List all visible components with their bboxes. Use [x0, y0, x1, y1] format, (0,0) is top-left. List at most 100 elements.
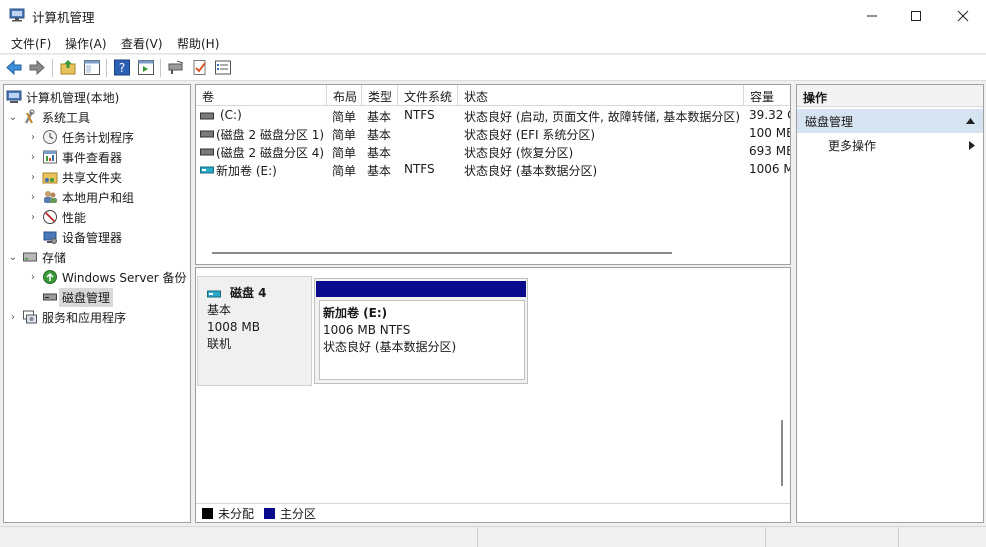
menu-view[interactable]: 查看(V) — [121, 35, 163, 52]
tree-item-label: 磁盘管理 — [59, 287, 114, 307]
navigation-tree: 计算机管理(本地) ⌄ 系统工具 › 任务计划程序 › 事件查看器 › 共享文件… — [3, 84, 191, 523]
vertical-scrollbar[interactable] — [781, 420, 783, 486]
status-segment — [765, 527, 898, 547]
up-folder-icon[interactable] — [59, 59, 77, 76]
maximize-button[interactable] — [893, 0, 939, 31]
cell-type: 基本 — [367, 146, 392, 160]
tree-item-performance[interactable]: › 性能 — [26, 207, 86, 227]
disk-graphical-view: 磁盘 4 基本 1008 MB 联机 新加卷 (E:) 1006 MB NTFS… — [195, 267, 791, 523]
properties-icon[interactable] — [214, 59, 232, 76]
volume-list: 卷 布局 类型 文件系统 状态 容量 (C:) 简单 基本 NTFS 状态良好 … — [195, 84, 791, 265]
menu-help[interactable]: 帮助(H) — [177, 35, 219, 52]
title-bar: 计算机管理 — [0, 0, 986, 31]
back-arrow-icon[interactable] — [5, 59, 23, 76]
tree-item-root[interactable]: 计算机管理(本地) — [6, 87, 119, 107]
tree-item-label: 存储 — [42, 250, 67, 265]
cell-volume: (C:) — [220, 108, 242, 122]
minimize-icon — [867, 15, 877, 16]
actions-section-disk-management[interactable]: 磁盘管理 — [797, 109, 983, 133]
tree-item-local-users[interactable]: › 本地用户和组 — [26, 187, 134, 207]
chevron-right-icon[interactable]: › — [26, 152, 40, 163]
disk-icon — [43, 293, 57, 301]
menu-bar: 文件(F) 操作(A) 查看(V) 帮助(H) — [0, 31, 986, 54]
actions-section-label: 磁盘管理 — [805, 115, 854, 129]
partition-legend: 未分配 主分区 — [196, 503, 790, 522]
column-header-status[interactable]: 状态 — [458, 85, 744, 106]
show-action-pane-icon[interactable] — [137, 59, 155, 76]
cell-type: 基本 — [367, 128, 392, 142]
disk-state: 联机 — [207, 337, 232, 351]
collapse-up-icon[interactable] — [966, 118, 975, 124]
tree-item-windows-server-backup[interactable]: › Windows Server 备份 — [26, 267, 187, 287]
cell-status: 状态良好 (EFI 系统分区) — [464, 128, 596, 142]
status-bar — [0, 526, 986, 547]
svg-text:?: ? — [119, 61, 125, 75]
column-header-filesystem[interactable]: 文件系统 — [398, 85, 458, 106]
partition-status: 状态良好 (基本数据分区) — [323, 340, 457, 354]
tree-item-services-applications[interactable]: › 服务和应用程序 — [6, 307, 126, 327]
chevron-right-icon[interactable]: › — [26, 192, 40, 203]
toolbar-separator — [52, 59, 53, 77]
event-viewer-icon — [43, 150, 57, 164]
chevron-down-icon[interactable]: ⌄ — [6, 252, 20, 263]
chevron-right-icon[interactable]: › — [6, 312, 20, 323]
cell-type: 基本 — [367, 110, 392, 124]
minimize-button[interactable] — [849, 0, 895, 31]
legend-label: 未分配 — [218, 507, 255, 521]
horizontal-scrollbar[interactable] — [212, 252, 672, 254]
chevron-right-icon[interactable]: › — [26, 172, 40, 183]
cell-volume: 新加卷 (E:) — [216, 164, 277, 178]
tree-item-label: 系统工具 — [42, 110, 91, 125]
menu-action[interactable]: 操作(A) — [65, 35, 107, 52]
computer-management-icon — [6, 90, 22, 103]
tree-item-label: 共享文件夹 — [62, 170, 123, 185]
cell-capacity: 693 MB — [749, 144, 791, 158]
column-header-type[interactable]: 类型 — [362, 85, 398, 106]
cell-filesystem: NTFS — [404, 162, 435, 176]
tree-item-label: 性能 — [62, 210, 87, 225]
forward-arrow-icon[interactable] — [28, 59, 46, 76]
menu-file[interactable]: 文件(F) — [11, 35, 51, 52]
column-header-layout[interactable]: 布局 — [327, 85, 362, 106]
cell-capacity: 1006 M — [749, 162, 791, 176]
storage-icon — [23, 252, 37, 262]
disk-name: 磁盘 4 — [230, 286, 267, 300]
chevron-right-icon[interactable]: › — [26, 132, 40, 143]
tree-item-task-scheduler[interactable]: › 任务计划程序 — [26, 127, 134, 147]
disk-info-card[interactable]: 磁盘 4 基本 1008 MB 联机 — [197, 276, 312, 386]
tree-item-label: Windows Server 备份 — [62, 270, 187, 285]
tree-item-disk-management[interactable]: 磁盘管理 — [40, 287, 114, 307]
chevron-right-icon[interactable]: › — [26, 212, 40, 223]
cell-capacity: 100 MB — [749, 126, 791, 140]
chevron-right-icon[interactable]: › — [26, 272, 40, 283]
help-icon[interactable]: ? — [113, 59, 131, 76]
partition-block[interactable]: 新加卷 (E:) 1006 MB NTFS 状态良好 (基本数据分区) — [314, 278, 528, 384]
tree-item-system-tools[interactable]: ⌄ 系统工具 — [6, 107, 90, 127]
toolbar: ? — [0, 55, 986, 81]
cell-status: 状态良好 (启动, 页面文件, 故障转储, 基本数据分区) — [464, 110, 741, 124]
tree-item-label: 事件查看器 — [62, 150, 123, 165]
drive-icon — [200, 130, 214, 138]
tree-item-event-viewer[interactable]: › 事件查看器 — [26, 147, 122, 167]
tree-item-label: 服务和应用程序 — [42, 310, 127, 325]
performance-icon — [43, 210, 57, 224]
legend-label: 主分区 — [280, 507, 317, 521]
action-more-actions[interactable]: 更多操作 — [797, 135, 983, 155]
close-button[interactable] — [940, 0, 986, 31]
actions-header: 操作 — [797, 85, 983, 107]
legend-swatch-unallocated — [202, 508, 213, 519]
tree-item-storage[interactable]: ⌄ 存储 — [6, 247, 66, 267]
tree-item-shared-folders[interactable]: › 共享文件夹 — [26, 167, 122, 187]
checklist-icon[interactable] — [191, 59, 209, 76]
cell-status: 状态良好 (恢复分区) — [464, 146, 574, 160]
show-hide-tree-icon[interactable] — [83, 59, 101, 76]
column-header-capacity[interactable]: 容量 — [744, 85, 790, 106]
connect-drive-icon[interactable] — [167, 59, 185, 76]
tools-icon — [24, 109, 35, 124]
clock-icon — [43, 130, 57, 144]
chevron-down-icon[interactable]: ⌄ — [6, 112, 20, 123]
disk-size: 1008 MB — [207, 320, 260, 334]
action-item-label: 更多操作 — [828, 139, 877, 153]
column-header-volume[interactable]: 卷 — [196, 85, 327, 106]
tree-item-device-manager[interactable]: 设备管理器 — [40, 227, 122, 247]
